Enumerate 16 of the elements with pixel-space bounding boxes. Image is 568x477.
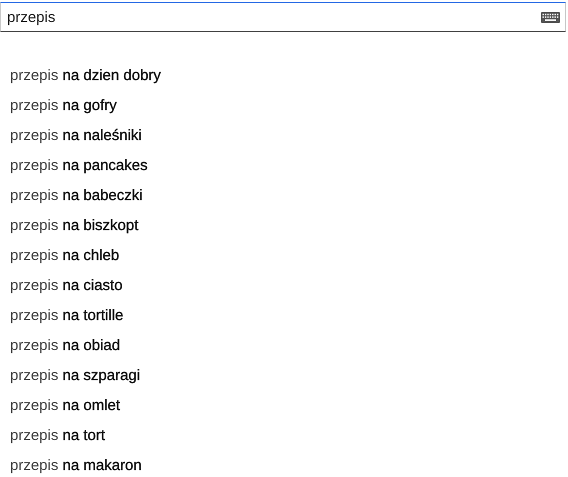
suggestion-item[interactable]: przepis na omlet bbox=[10, 391, 120, 421]
suggestion-item[interactable]: przepis na tortille bbox=[10, 301, 124, 331]
suggestion-item[interactable]: przepis na biszkopt bbox=[10, 211, 138, 241]
suggestion-item[interactable]: przepis na makaron bbox=[10, 451, 142, 477]
keyboard-icon[interactable] bbox=[541, 12, 560, 23]
suggestion-item[interactable]: przepis na dzien dobry bbox=[10, 61, 161, 91]
suggestion-item[interactable]: przepis na babeczki bbox=[10, 181, 143, 211]
suggestion-item[interactable]: przepis na szparagi bbox=[10, 361, 140, 391]
suggestion-item[interactable]: przepis na obiad bbox=[10, 331, 120, 361]
suggestion-item[interactable]: przepis na ciasto bbox=[10, 271, 123, 301]
suggestion-item[interactable]: przepis na pancakes bbox=[10, 151, 148, 181]
search-field[interactable]: przepis bbox=[0, 2, 566, 32]
suggestion-item[interactable]: przepis na tort bbox=[10, 421, 106, 451]
suggestion-item[interactable]: przepis na naleśniki bbox=[10, 121, 142, 151]
suggestion-item[interactable]: przepis na gofry bbox=[10, 91, 117, 121]
suggestion-item[interactable]: przepis na chleb bbox=[10, 241, 120, 271]
